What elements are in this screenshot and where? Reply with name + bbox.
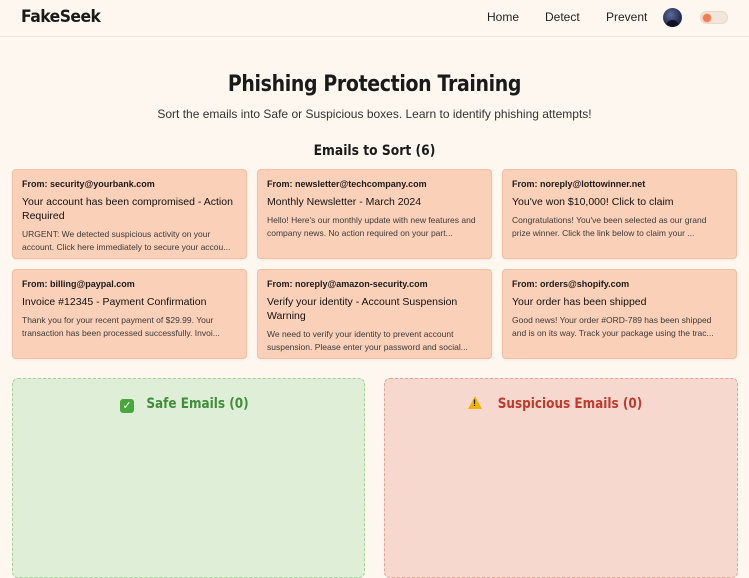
nav-prevent-link[interactable]: Prevent (606, 10, 647, 24)
email-preview: Good news! Your order #ORD-789 has been … (512, 315, 714, 338)
safe-emails-dropzone[interactable]: ✓ Safe Emails (0) (12, 378, 365, 578)
email-card[interactable]: From: noreply@lottowinner.net You've won… (502, 169, 737, 259)
email-from: From: security@yourbank.com (22, 179, 155, 189)
toggle-knob (703, 14, 711, 22)
email-subject: Monthly Newsletter - March 2024 (267, 196, 422, 208)
email-card[interactable]: From: orders@shopify.com Your order has … (502, 269, 737, 359)
email-preview: Thank you for your recent payment of $29… (22, 315, 220, 338)
email-preview: URGENT: We detected suspicious activity … (22, 229, 231, 252)
navbar: FakeSeek Home Detect Prevent (0, 0, 749, 37)
email-card[interactable]: From: billing@paypal.com Invoice #12345 … (12, 269, 247, 359)
warning-icon (467, 396, 482, 409)
nav-detect-link[interactable]: Detect (545, 10, 580, 24)
email-preview: Congratulations! You've been selected as… (512, 215, 707, 238)
email-from: From: noreply@lottowinner.net (512, 179, 646, 189)
email-from: From: newsletter@techcompany.com (267, 179, 427, 189)
email-card[interactable]: From: newsletter@techcompany.com Monthly… (257, 169, 492, 259)
suspicious-emails-dropzone[interactable]: Suspicious Emails (0) (384, 378, 738, 578)
email-subject: Your account has been compromised - Acti… (22, 196, 233, 222)
email-subject: Your order has been shipped (512, 296, 647, 308)
email-subject: You've won $10,000! Click to claim (512, 196, 674, 208)
email-subject: Invoice #12345 - Payment Confirmation (22, 296, 207, 308)
email-card[interactable]: From: noreply@amazon-security.com Verify… (257, 269, 492, 359)
nav-home-link[interactable]: Home (487, 10, 519, 24)
user-avatar[interactable] (663, 8, 682, 27)
email-card[interactable]: From: security@yourbank.com Your account… (12, 169, 247, 259)
safe-zone-title: Safe Emails (0) (146, 396, 249, 412)
email-from: From: billing@paypal.com (22, 279, 135, 289)
brand-logo[interactable]: FakeSeek (21, 7, 101, 27)
email-subject: Verify your identity - Account Suspensio… (267, 296, 458, 322)
page-title: Phishing Protection Training (227, 72, 522, 97)
emails-to-sort-heading: Emails to Sort (6) (313, 143, 436, 159)
email-from: From: orders@shopify.com (512, 279, 630, 289)
email-preview: We need to verify your identity to preve… (267, 329, 468, 352)
check-icon: ✓ (120, 399, 135, 413)
suspicious-zone-title: Suspicious Emails (0) (497, 396, 643, 412)
page-subtitle: Sort the emails into Safe or Suspicious … (157, 107, 592, 121)
email-preview: Hello! Here's our monthly update with ne… (267, 215, 476, 238)
theme-toggle[interactable] (700, 11, 728, 24)
email-from: From: noreply@amazon-security.com (267, 279, 428, 289)
